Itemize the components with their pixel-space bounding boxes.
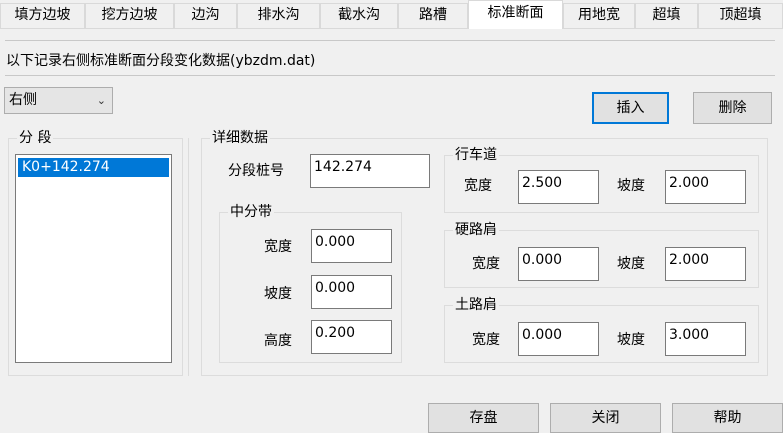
- station-input[interactable]: 142.274: [310, 154, 430, 188]
- tab-top-overfill[interactable]: 顶超填: [698, 3, 783, 28]
- hard-shoulder-slope-label: 坡度: [617, 256, 645, 272]
- hard-shoulder-slope-input[interactable]: 2.000: [665, 247, 746, 281]
- tab-overfill[interactable]: 超填: [635, 3, 698, 28]
- carriageway-slope-input[interactable]: 2.000: [665, 170, 746, 204]
- tab-bar: 填方边坡 挖方边坡 边沟 排水沟 截水沟 路槽 标准断面 用地宽 超填 顶超填: [0, 0, 783, 29]
- insert-button[interactable]: 插入: [592, 92, 669, 124]
- side-select-value: 右侧: [9, 92, 37, 108]
- carriageway-title: 行车道: [453, 146, 499, 164]
- tab-intercept-ditch[interactable]: 截水沟: [320, 3, 398, 28]
- hard-shoulder-width-label: 宽度: [472, 256, 500, 272]
- median-slope-input[interactable]: 0.000: [311, 275, 392, 309]
- tab-side-ditch[interactable]: 边沟: [174, 3, 237, 28]
- median-width-label: 宽度: [264, 239, 292, 255]
- side-select[interactable]: 右侧 ⌄: [4, 87, 113, 114]
- hard-shoulder-title: 硬路肩: [453, 221, 499, 239]
- median-height-input[interactable]: 0.200: [311, 320, 392, 354]
- tab-land-width[interactable]: 用地宽: [563, 3, 635, 28]
- delete-button[interactable]: 删除: [693, 92, 772, 124]
- tab-drainage-ditch[interactable]: 排水沟: [237, 3, 320, 28]
- carriageway-width-input[interactable]: 2.500: [518, 170, 599, 204]
- station-label: 分段桩号: [228, 163, 284, 179]
- earth-shoulder-slope-label: 坡度: [617, 332, 645, 348]
- divider: [188, 138, 189, 376]
- carriageway-width-label: 宽度: [464, 178, 492, 194]
- earth-shoulder-width-label: 宽度: [472, 332, 500, 348]
- chevron-down-icon: ⌄: [96, 94, 106, 107]
- save-button[interactable]: 存盘: [428, 403, 539, 433]
- median-slope-label: 坡度: [264, 286, 292, 302]
- median-width-input[interactable]: 0.000: [311, 229, 392, 263]
- segments-list[interactable]: K0+142.274: [15, 154, 172, 363]
- details-title: 详细数据: [210, 129, 270, 147]
- segments-title: 分 段: [17, 129, 54, 147]
- earth-shoulder-width-input[interactable]: 0.000: [518, 322, 599, 356]
- help-button[interactable]: 帮助: [672, 403, 783, 433]
- hard-shoulder-width-input[interactable]: 0.000: [518, 247, 599, 281]
- median-title: 中分带: [228, 203, 274, 221]
- close-button[interactable]: 关闭: [550, 403, 661, 433]
- description-text: 以下记录右侧标准断面分段变化数据(ybzdm.dat): [6, 53, 316, 69]
- list-item[interactable]: K0+142.274: [18, 158, 169, 177]
- median-height-label: 高度: [264, 333, 292, 349]
- tab-road-trough[interactable]: 路槽: [398, 3, 468, 28]
- divider: [5, 75, 775, 76]
- tab-fill-slope[interactable]: 填方边坡: [0, 3, 85, 28]
- divider: [5, 40, 775, 41]
- earth-shoulder-title: 土路肩: [453, 296, 499, 314]
- earth-shoulder-slope-input[interactable]: 3.000: [665, 322, 746, 356]
- carriageway-slope-label: 坡度: [617, 178, 645, 194]
- footer-bar: 存盘 关闭 帮助: [0, 390, 783, 433]
- tab-cut-slope[interactable]: 挖方边坡: [85, 3, 174, 28]
- tab-standard-section[interactable]: 标准断面: [468, 0, 563, 29]
